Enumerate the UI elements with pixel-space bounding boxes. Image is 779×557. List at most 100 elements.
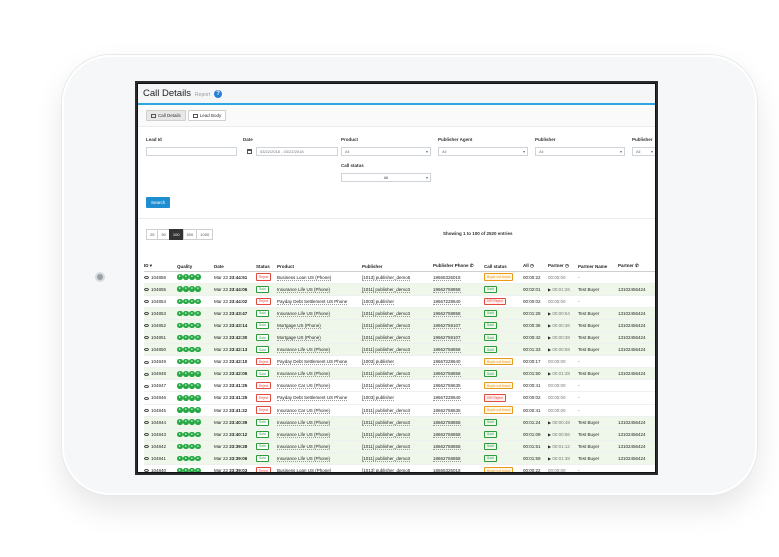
search-button[interactable]: Search	[146, 197, 171, 208]
cell-publisher[interactable]: [1011] publisher_demo3	[362, 319, 433, 332]
cell-id[interactable]: 104840	[144, 464, 177, 472]
product-select[interactable]: All	[341, 147, 431, 156]
col-publisher[interactable]: Publisher	[362, 262, 433, 272]
table-row[interactable]: 104843 ● ● ● ● Mar 22 23:40:12 Sold Insurance L…	[144, 428, 655, 441]
table-row[interactable]: 104849 ● ● ● ● Mar 22 23:42:10 Reject Payday De…	[144, 355, 655, 369]
cell-partner-time[interactable]: ▶ 00:01:38	[548, 452, 578, 466]
cell-partner-time[interactable]: ▶ 00:00:38	[548, 331, 578, 345]
col-date[interactable]: Date	[214, 262, 256, 272]
cell-partner-time[interactable]: ▶ 00:00:56	[548, 428, 578, 441]
cell-product[interactable]: Insurance Life US (Phone)	[277, 343, 362, 357]
eye-icon[interactable]	[144, 420, 149, 424]
cell-product[interactable]: Mortgage US (Phone)	[277, 331, 362, 345]
help-icon[interactable]: ?	[214, 89, 223, 98]
cell-product[interactable]: Payday Debt Settlement US Phone	[277, 355, 362, 369]
col-partner-name[interactable]: Partner Name	[578, 262, 618, 272]
table-row[interactable]: 104847 ● ● ● ● Mar 22 23:41:25 Reject Insurance…	[144, 379, 655, 393]
table-row[interactable]: 104852 ● ● ● ● Mar 22 23:43:14 Sold Mortgage US…	[144, 319, 655, 332]
col-all[interactable]: All ◷	[523, 262, 548, 272]
cell-publisher[interactable]: [1013] publisher_demo5	[362, 271, 433, 284]
cell-partner-time[interactable]: ▶ 00:00:54	[548, 307, 578, 320]
cell-publisher[interactable]: [1011] publisher_demo3	[362, 367, 433, 381]
cell-product[interactable]: Payday Debt Settlement US Phone	[277, 391, 362, 405]
cell-id[interactable]: 104842	[144, 440, 177, 453]
cell-publisher[interactable]: [1003] publisher	[362, 355, 433, 369]
page-size-1000[interactable]: 1000	[196, 229, 214, 240]
col-call-status[interactable]: Call status	[484, 262, 523, 272]
lead-id-input[interactable]	[146, 147, 237, 156]
eye-icon[interactable]	[144, 384, 149, 388]
publisher-extra-select[interactable]: All	[632, 147, 655, 156]
cell-publisher[interactable]: [1013] publisher_demo5	[362, 464, 433, 472]
cell-product[interactable]: Business Loan US (Phone)	[277, 271, 362, 284]
cell-id[interactable]: 104851	[144, 331, 177, 345]
table-row[interactable]: 104848 ● ● ● ● Mar 22 23:42:05 Sold Insurance L…	[144, 367, 655, 381]
cell-publisher[interactable]: [1011] publisher_demo3	[362, 343, 433, 357]
cell-id[interactable]: 104855	[144, 283, 177, 296]
cell-partner-time[interactable]: ▶ 00:00:48	[548, 416, 578, 429]
table-row[interactable]: 104845 ● ● ● ● Mar 22 23:41:22 Reject Insurance…	[144, 404, 655, 417]
table-row[interactable]: 104853 ● ● ● ● Mar 22 23:43:47 Sold Insurance L…	[144, 307, 655, 320]
cell-publisher[interactable]: [1003] publisher	[362, 295, 433, 308]
eye-icon[interactable]	[144, 300, 149, 304]
cell-partner-time[interactable]: ▶ 00:01:12	[548, 440, 578, 453]
cell-publisher[interactable]: [1003] publisher	[362, 391, 433, 405]
eye-icon[interactable]	[144, 433, 149, 437]
cell-product[interactable]: Payday Debt Settlement US Phone	[277, 295, 362, 308]
cell-publisher[interactable]: [1011] publisher_demo3	[362, 331, 433, 345]
cell-publisher[interactable]: [1011] publisher_demo3	[362, 404, 433, 417]
calendar-icon[interactable]	[247, 149, 252, 154]
table-row[interactable]: 104856 ● ● ● ● Mar 22 23:44:51 Reject Business …	[144, 271, 655, 284]
cell-publisher[interactable]: [1011] publisher_demo3	[362, 452, 433, 466]
tab-call-details[interactable]: Call Details	[146, 110, 186, 121]
col-partner-time[interactable]: Partner ◷	[548, 262, 578, 272]
cell-product[interactable]: Business Loan US (Phone)	[277, 464, 362, 472]
eye-icon[interactable]	[144, 457, 149, 461]
cell-id[interactable]: 104852	[144, 319, 177, 332]
date-range-input[interactable]: 03/22/2018 - 03/22/2018	[256, 147, 338, 156]
eye-icon[interactable]	[144, 287, 149, 291]
cell-product[interactable]: Insurance Life US (Phone)	[277, 283, 362, 296]
cell-publisher[interactable]: [1011] publisher_demo3	[362, 283, 433, 296]
cell-id[interactable]: 104846	[144, 391, 177, 405]
cell-partner-time[interactable]: ▶ 00:00:58	[548, 343, 578, 357]
table-row[interactable]: 104850 ● ● ● ● Mar 22 23:42:13 Sold Insurance L…	[144, 343, 655, 357]
tab-lead-body[interactable]: Lead Body	[187, 110, 227, 121]
eye-icon[interactable]	[144, 408, 149, 412]
cell-id[interactable]: 104853	[144, 307, 177, 320]
col-publisher-phone[interactable]: Publisher Phone ✆	[433, 262, 484, 272]
call-status-select[interactable]: All	[341, 173, 431, 182]
cell-product[interactable]: Insurance Car US (Phone)	[277, 404, 362, 417]
col-id[interactable]: ID ▾	[144, 262, 177, 272]
cell-product[interactable]: Insurance Life US (Phone)	[277, 307, 362, 320]
table-row[interactable]: 104841 ● ● ● ● Mar 22 23:39:06 Sold Insurance L…	[144, 452, 655, 466]
eye-icon[interactable]	[144, 372, 149, 376]
col-product[interactable]: Product	[277, 262, 362, 272]
col-quality[interactable]: Quality	[177, 262, 214, 272]
home-button[interactable]	[97, 274, 103, 280]
table-row[interactable]: 104844 ● ● ● ● Mar 22 23:40:39 Sold Insurance L…	[144, 416, 655, 429]
cell-product[interactable]: Mortgage US (Phone)	[277, 319, 362, 332]
cell-id[interactable]: 104849	[144, 355, 177, 369]
cell-id[interactable]: 104848	[144, 367, 177, 381]
cell-publisher[interactable]: [1011] publisher_demo3	[362, 428, 433, 441]
eye-icon[interactable]	[144, 469, 149, 472]
table-row[interactable]: 104840 ● ● ● ● Mar 22 23:39:03 Reject Business …	[144, 464, 655, 472]
eye-icon[interactable]	[144, 445, 149, 449]
col-partner-phone[interactable]: Partner ✆	[618, 262, 655, 272]
publisher-select[interactable]: All	[535, 147, 625, 156]
cell-id[interactable]: 104843	[144, 428, 177, 441]
cell-partner-time[interactable]: ▶ 00:01:28	[548, 367, 578, 381]
cell-id[interactable]: 104845	[144, 404, 177, 417]
table-row[interactable]: 104846 ● ● ● ● Mar 22 23:41:25 Reject Payday De…	[144, 391, 655, 405]
eye-icon[interactable]	[144, 360, 149, 364]
eye-icon[interactable]	[144, 324, 149, 328]
eye-icon[interactable]	[144, 312, 149, 316]
cell-partner-time[interactable]: ▶ 00:01:26	[548, 283, 578, 296]
cell-publisher[interactable]: [1011] publisher_demo3	[362, 440, 433, 453]
table-row[interactable]: 104851 ● ● ● ● Mar 22 23:42:30 Sold Mortgage US…	[144, 331, 655, 345]
cell-id[interactable]: 104854	[144, 295, 177, 308]
cell-product[interactable]: Insurance Life US (Phone)	[277, 367, 362, 381]
cell-id[interactable]: 104850	[144, 343, 177, 357]
cell-product[interactable]: Insurance Life US (Phone)	[277, 440, 362, 453]
